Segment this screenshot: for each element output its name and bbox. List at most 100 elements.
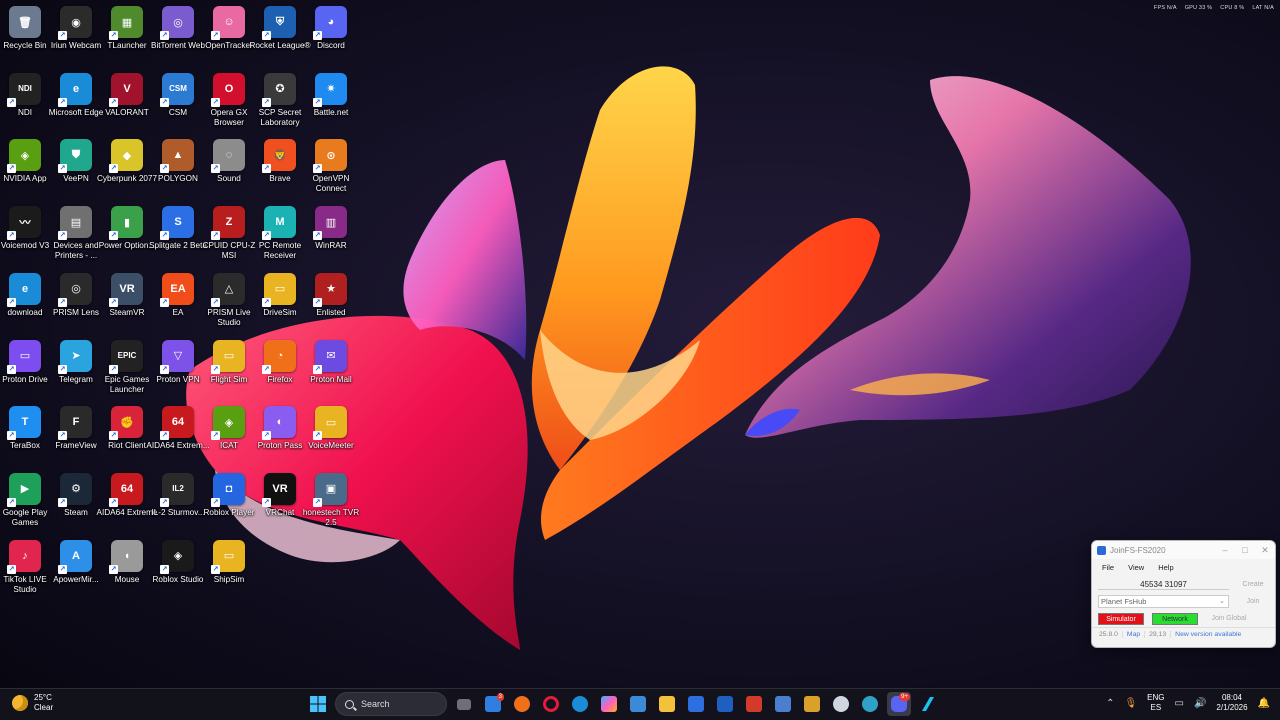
terabox-icon: T ↗: [7, 406, 41, 441]
desktop-shortcut[interactable]: ▥ ↗ WinRAR: [301, 202, 361, 266]
edge-icon: [572, 696, 588, 712]
taskbar-outlook[interactable]: [713, 692, 737, 716]
mail-badge: 3: [496, 693, 504, 701]
taskbar-tool-app[interactable]: [800, 692, 824, 716]
desktop-shortcut-label: OpenVPN Connect: [312, 174, 350, 194]
moon-icon: [12, 695, 28, 711]
brave-icon: 🦁 ↗: [262, 139, 296, 174]
menu-view[interactable]: View: [1128, 563, 1144, 572]
shortcut-arrow-icon: ↗: [160, 31, 169, 40]
shortcut-arrow-icon: ↗: [313, 297, 322, 307]
language-line1: ENG: [1147, 693, 1165, 702]
taskbar-discord[interactable]: 9+: [887, 692, 911, 716]
joinfs-window[interactable]: JoinFS-FS2020 – □ ✕ File View Help 45534…: [1091, 540, 1276, 648]
ip-address-field[interactable]: 45534 31097: [1098, 580, 1229, 590]
shortcut-arrow-icon: ↗: [58, 431, 67, 441]
minimize-button[interactable]: –: [1215, 545, 1235, 555]
weather-widget[interactable]: 25°C Clear: [12, 693, 53, 713]
network-icon[interactable]: ▭: [1175, 698, 1184, 709]
join-global-button[interactable]: Join Global: [1206, 615, 1252, 622]
honestech-icon: ▣ ↗: [313, 472, 347, 507]
taskbar-opera-gx[interactable]: [539, 692, 563, 716]
taskbar-store[interactable]: [684, 692, 708, 716]
shortcut-arrow-icon: ↗: [262, 297, 271, 307]
taskbar-monitor-app[interactable]: [626, 692, 650, 716]
start-button[interactable]: [306, 692, 330, 716]
taskbar-flight-app[interactable]: [916, 692, 940, 716]
shortcut-arrow-icon: ↗: [313, 364, 322, 374]
shortcut-arrow-icon: ↗: [211, 97, 220, 107]
steamvr-icon: VR ↗: [109, 272, 143, 307]
clock-time: 08:04: [1221, 693, 1242, 702]
menu-help[interactable]: Help: [1158, 563, 1173, 572]
menu-bar: File View Help: [1092, 559, 1275, 576]
desktop-shortcut-label: honestech TVR 2.5: [302, 507, 360, 527]
desktop-shortcut[interactable]: ▣ ↗ honestech TVR 2.5: [301, 469, 361, 533]
taskbar-mail-app[interactable]: 3: [481, 692, 505, 716]
taskbar-settings-app[interactable]: [829, 692, 853, 716]
roblox-studio-icon: ◈ ↗: [160, 539, 194, 574]
taskbar-joinfs[interactable]: [771, 692, 795, 716]
gear-icon: [833, 696, 849, 712]
desktop-shortcut[interactable]: ▭ ↗ VoiceMeeter: [301, 402, 361, 466]
window-titlebar[interactable]: JoinFS-FS2020 – □ ✕: [1092, 541, 1275, 559]
weather-desc: Clear: [34, 703, 54, 712]
desktop-shortcut[interactable]: ★ ↗ Enlisted: [301, 269, 361, 333]
map-link[interactable]: Map: [1123, 631, 1146, 638]
taskbar-search-box[interactable]: Search: [335, 692, 447, 716]
taskbar-copilot[interactable]: [597, 692, 621, 716]
taskbar-apps: Search 3 9+: [306, 692, 940, 716]
network-status-button[interactable]: Network: [1152, 612, 1198, 625]
new-version-link[interactable]: New version available: [1171, 631, 1245, 638]
count-label: 29,13: [1145, 631, 1172, 638]
taskbar-edge[interactable]: [568, 692, 592, 716]
menu-file[interactable]: File: [1102, 563, 1114, 572]
desktop-shortcut[interactable]: ✉ ↗ Proton Mail: [301, 336, 361, 400]
minecraft-icon: ▦ ↗: [109, 6, 143, 40]
desktop-shortcut[interactable]: ▭ ↗ ShipSim: [199, 536, 259, 600]
join-button[interactable]: Join: [1237, 598, 1269, 605]
taskbar-firefox[interactable]: [510, 692, 534, 716]
language-indicator[interactable]: ENG ES: [1147, 693, 1164, 713]
simulator-status-button[interactable]: Simulator: [1098, 612, 1144, 625]
maximize-button[interactable]: □: [1235, 545, 1255, 555]
shortcut-arrow-icon: ↗: [109, 231, 118, 241]
outlook-icon: [717, 696, 733, 712]
valorant-icon: V ↗: [109, 72, 143, 107]
desktop-shortcut[interactable]: ✷ ↗ Battle.net: [301, 69, 361, 133]
printer-icon: ▤ ↗: [58, 206, 92, 241]
microphone-icon[interactable]: 🎙: [1124, 698, 1137, 709]
volume-icon[interactable]: 🔊: [1194, 698, 1206, 709]
desktop-shortcut[interactable]: ◕ ↗ Discord: [301, 2, 361, 66]
folder-icon: ▭ ↗: [313, 406, 347, 441]
enlisted-icon: ★ ↗: [313, 272, 347, 307]
taskbar-file-explorer[interactable]: [655, 692, 679, 716]
notification-bell-icon[interactable]: 🔔: [1258, 698, 1270, 709]
task-view-button[interactable]: [452, 692, 476, 716]
create-button[interactable]: Create: [1237, 581, 1269, 588]
cpu-readout: CPU 8 %: [1220, 5, 1245, 11]
performance-overlay: FPS N/A GPU 33 % CPU 8 % LAT N/A: [1154, 5, 1274, 11]
server-select[interactable]: Planet FsHub ⌄: [1098, 595, 1229, 608]
epic-games-icon: EPIC ↗: [109, 339, 143, 374]
shortcut-arrow-icon: ↗: [160, 97, 169, 107]
winrar-icon: ▥ ↗: [313, 206, 347, 241]
shortcut-arrow-icon: ↗: [7, 231, 16, 241]
gpu-readout: GPU 33 %: [1184, 5, 1213, 11]
tray-overflow-chevron-icon[interactable]: ⌃: [1106, 698, 1114, 709]
shortcut-arrow-icon: ↗: [160, 231, 169, 241]
store-icon: [688, 696, 704, 712]
opentracker-icon: ☺ ↗: [211, 6, 245, 40]
shortcut-arrow-icon: ↗: [313, 31, 322, 40]
desktop-shortcut[interactable]: ⊙ ↗ OpenVPN Connect: [301, 135, 361, 199]
close-button[interactable]: ✕: [1255, 545, 1275, 556]
ea-icon: EA ↗: [160, 272, 194, 307]
taskbar-globe-app[interactable]: [858, 692, 882, 716]
taskbar-hwinfo[interactable]: [742, 692, 766, 716]
folder-icon: [659, 696, 675, 712]
clock[interactable]: 08:04 2/1/2026: [1216, 693, 1247, 713]
shortcut-arrow-icon: ↗: [58, 231, 67, 241]
il2-icon: IL2 ↗: [160, 472, 194, 507]
shortcut-arrow-icon: ↗: [109, 297, 118, 307]
roblox-icon: ◘ ↗: [211, 472, 245, 507]
